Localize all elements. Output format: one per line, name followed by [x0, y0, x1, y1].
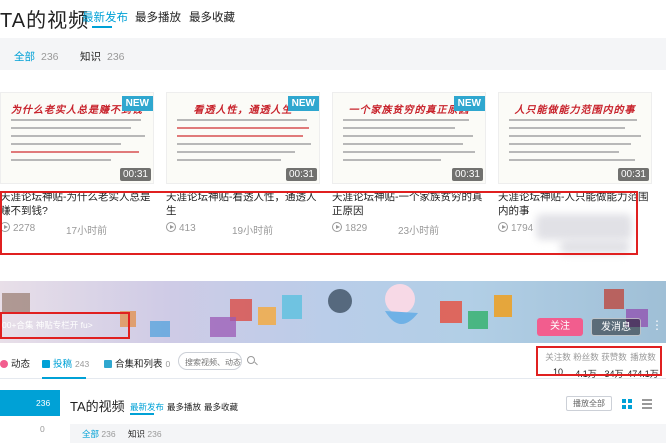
annotation-box	[0, 191, 638, 255]
search-input[interactable]	[178, 352, 242, 370]
thumbnail-text-line	[11, 151, 139, 153]
section-title: TA的视频	[70, 399, 125, 414]
nav-uploads[interactable]: 投稿 243	[42, 356, 89, 370]
nav-collections[interactable]: 合集和列表 0	[104, 356, 170, 370]
tab-most-favorited[interactable]: 最多收藏	[189, 9, 235, 25]
thumbnail-text-line	[509, 135, 641, 137]
thumbnail-text-line	[343, 151, 475, 153]
thumbnail-text-line	[509, 143, 631, 145]
category-filter-bar: 全部 236 知识 236	[0, 38, 666, 70]
filter-count: 236	[147, 429, 162, 439]
thumbnail-text-line	[343, 127, 455, 129]
filter-count: 236	[41, 51, 59, 63]
thumbnail-text-line	[177, 119, 307, 121]
tab-latest[interactable]: 最新发布	[130, 401, 164, 413]
follow-button[interactable]: 关注	[537, 318, 583, 336]
grid-view-icon[interactable]	[622, 399, 632, 409]
tab-most-played[interactable]: 最多播放	[135, 9, 181, 25]
active-nav-indicator	[42, 377, 86, 379]
thumbnail-headline: 人只能做能力范围内的事	[514, 105, 636, 116]
thumbnail-text-line	[177, 135, 303, 137]
new-badge: NEW	[453, 96, 485, 111]
filter-all[interactable]: 全部 236	[14, 49, 59, 64]
thumbnail-text-line	[509, 159, 635, 161]
list-view-icon[interactable]	[642, 399, 652, 409]
nav-label: 动态	[11, 359, 31, 370]
side-count: 0	[40, 424, 45, 434]
play-all-button[interactable]: 播放全部	[566, 396, 612, 411]
search-icon[interactable]	[247, 356, 255, 364]
filter-count: 236	[101, 429, 116, 439]
thumbnail-text-line	[11, 135, 145, 137]
annotation-box	[536, 346, 662, 376]
collection-icon	[104, 360, 112, 368]
tab-most-played[interactable]: 最多播放	[167, 401, 201, 413]
video-section-header: TA的视频 最新发布 最多播放 最多收藏	[0, 0, 666, 34]
dynamics-icon	[0, 360, 8, 368]
new-badge: NEW	[287, 96, 319, 111]
video-thumbnail[interactable]: 为什么老实人总是赚不到钱 NEW 00:31	[0, 92, 154, 184]
thumbnail-text-line	[509, 119, 637, 121]
filter-knowledge[interactable]: 知识 236	[128, 428, 162, 440]
thumbnail-text-line	[177, 143, 311, 145]
filter-label: 全部	[14, 51, 35, 63]
active-tab-indicator	[92, 26, 112, 28]
tab-most-favorited[interactable]: 最多收藏	[204, 401, 238, 413]
uploads-icon	[42, 360, 50, 368]
video-thumbnail[interactable]: 看透人性，通透人生 NEW 00:31	[166, 92, 320, 184]
nav-dynamics[interactable]: 动态	[0, 356, 30, 370]
thumbnail-text-line	[11, 119, 141, 121]
filter-label: 全部	[82, 429, 100, 439]
thumbnail-text-line	[343, 135, 473, 137]
video-thumbnail[interactable]: 人只能做能力范围内的事 00:31	[498, 92, 652, 184]
thumbnail-text-line	[177, 127, 309, 129]
filter-all[interactable]: 全部 236	[82, 428, 116, 440]
filter-knowledge[interactable]: 知识 236	[80, 49, 125, 64]
message-button[interactable]: 发消息	[591, 318, 641, 336]
filter-count: 236	[107, 51, 125, 63]
new-badge: NEW	[121, 96, 153, 111]
thumbnail-text-line	[177, 151, 295, 153]
annotation-box	[0, 312, 130, 339]
nav-count: 243	[75, 359, 90, 369]
tab-latest[interactable]: 最新发布	[82, 9, 128, 25]
video-duration: 00:31	[119, 168, 151, 181]
thumbnail-text-line	[11, 127, 131, 129]
more-options-icon[interactable]: ⋮	[651, 318, 663, 332]
video-duration: 00:31	[285, 168, 317, 181]
thumbnail-text-line	[11, 159, 111, 161]
nav-label: 合集和列表	[115, 359, 163, 370]
side-count: 236	[36, 398, 51, 408]
side-item-active[interactable]	[0, 390, 60, 416]
thumbnail-text-line	[343, 119, 469, 121]
video-thumbnail[interactable]: 一个家族贫穷的真正原因 NEW 00:31	[332, 92, 486, 184]
filter-label: 知识	[80, 51, 101, 63]
thumbnail-text-line	[509, 127, 625, 129]
video-duration: 00:31	[617, 168, 649, 181]
active-tab-indicator	[130, 413, 154, 415]
thumbnail-text-line	[177, 159, 281, 161]
thumbnail-text-line	[343, 159, 441, 161]
page-title: TA的视频	[0, 10, 90, 32]
nav-label: 投稿	[53, 359, 73, 370]
thumbnail-text-line	[509, 151, 619, 153]
nav-count: 0	[165, 359, 171, 369]
thumbnail-text-line	[11, 143, 121, 145]
thumbnail-text-line	[343, 143, 463, 145]
video-duration: 00:31	[451, 168, 483, 181]
filter-label: 知识	[128, 429, 146, 439]
